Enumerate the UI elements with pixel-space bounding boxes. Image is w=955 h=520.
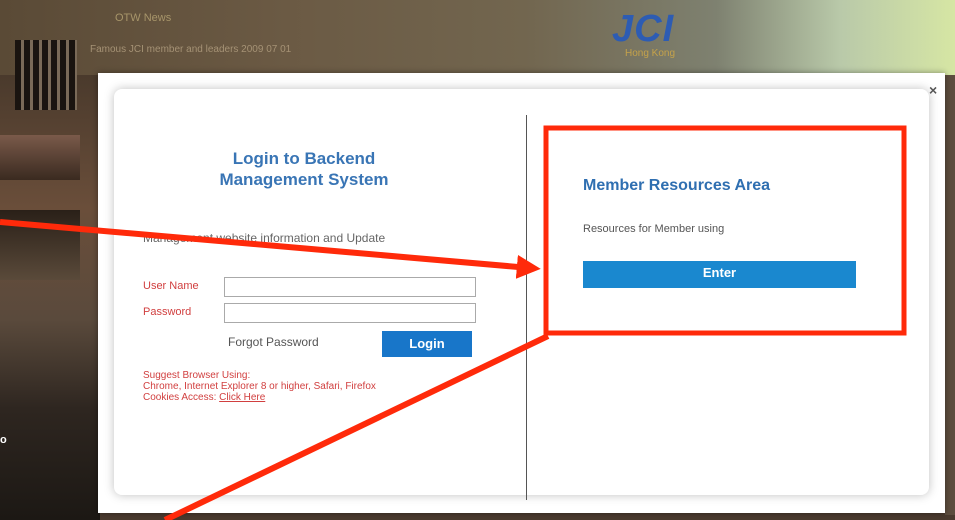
annotation-overlay [0, 125, 907, 520]
annotation-line [163, 333, 550, 520]
annotation-arrow [0, 219, 541, 279]
highlight-box [543, 125, 907, 336]
